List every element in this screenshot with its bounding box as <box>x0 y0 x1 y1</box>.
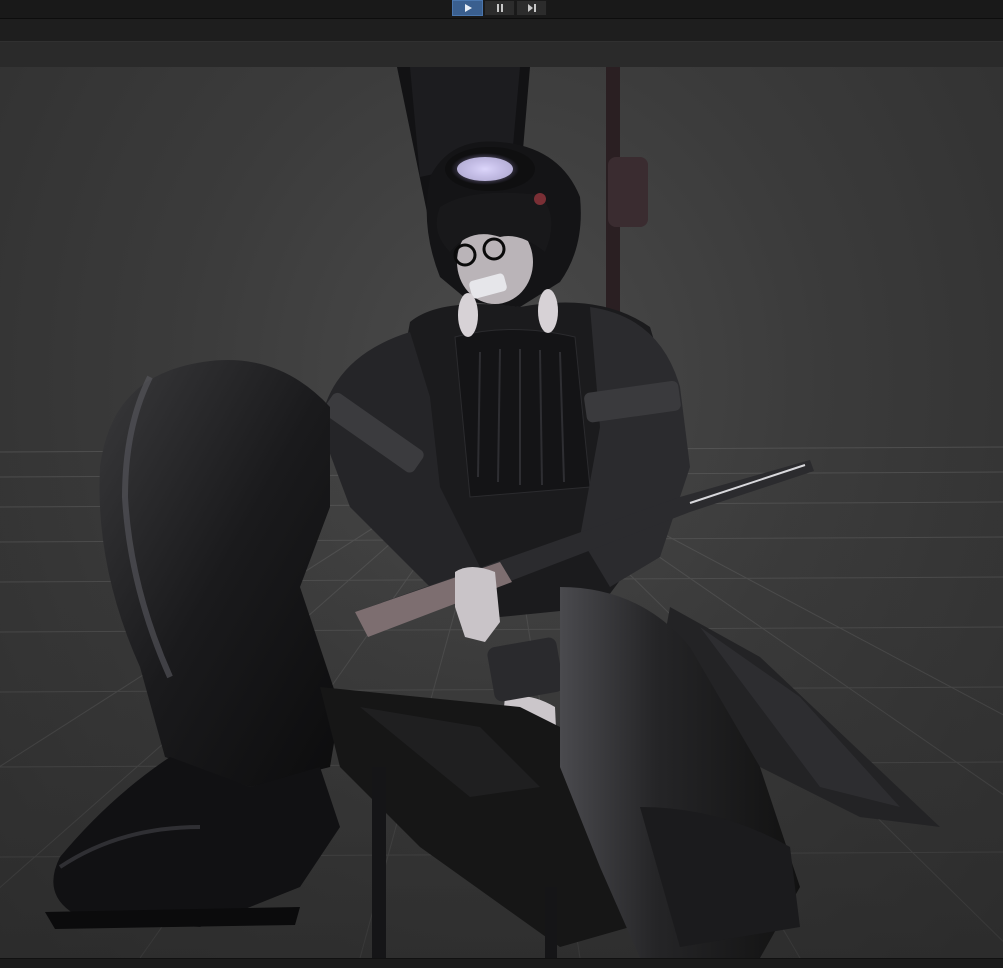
headphone-right <box>538 289 558 333</box>
editor-window <box>0 0 1003 968</box>
toolbar-spacer <box>0 19 1003 41</box>
scene-viewport[interactable] <box>0 67 1003 958</box>
scene-tab-strip <box>0 41 1003 69</box>
step-icon <box>527 4 536 12</box>
pause-button[interactable] <box>484 0 515 16</box>
chair-leg <box>372 767 386 958</box>
play-icon <box>464 4 472 12</box>
play-controls <box>452 0 547 16</box>
step-button[interactable] <box>516 0 547 16</box>
head <box>426 141 581 307</box>
play-button[interactable] <box>452 0 483 16</box>
scene-render <box>0 67 1003 958</box>
status-bar <box>0 958 1003 968</box>
pause-icon <box>496 4 503 12</box>
headphone-left <box>458 293 478 337</box>
play-toolbar <box>0 0 1003 19</box>
